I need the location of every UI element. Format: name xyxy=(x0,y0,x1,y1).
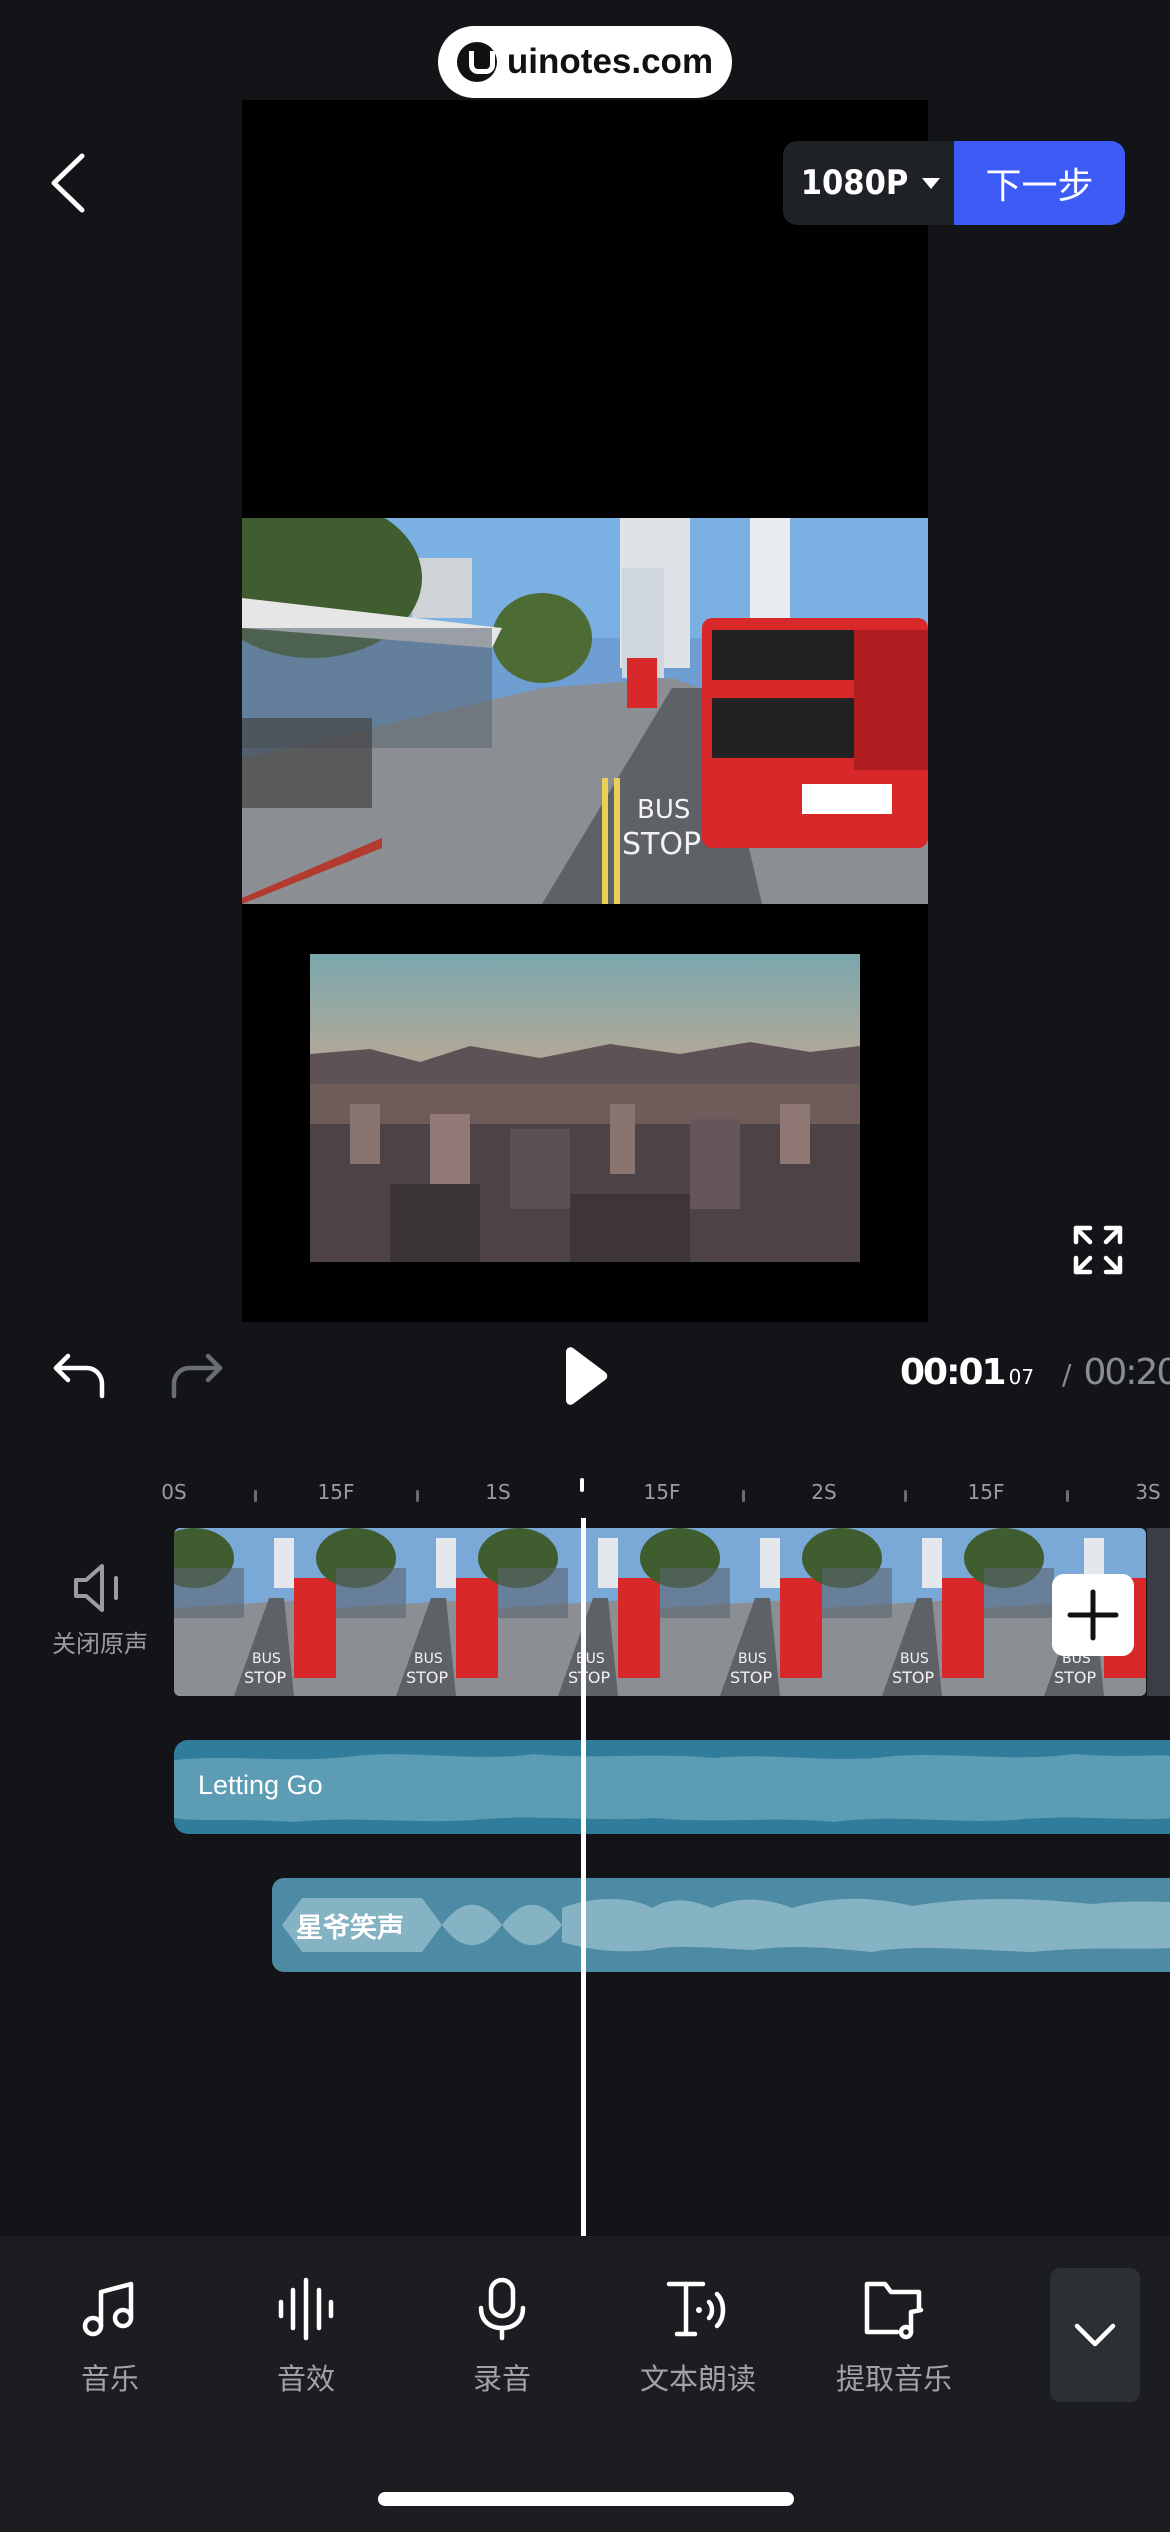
total-time: 00:20 xyxy=(1083,1352,1170,1393)
sfx-waveform xyxy=(282,1898,1170,1952)
video-preview[interactable]: BUS STOP xyxy=(242,100,928,1322)
chevron-down-icon xyxy=(1074,2323,1116,2347)
music-note-icon xyxy=(82,2281,134,2337)
preview-image-street-bus: BUS STOP xyxy=(242,518,928,904)
back-chevron-icon[interactable] xyxy=(44,150,94,216)
music-track-label: Letting Go xyxy=(198,1770,323,1800)
music-audio-clip[interactable]: Letting Go xyxy=(174,1740,1170,1834)
add-clip-plus-icon[interactable] xyxy=(1052,1574,1134,1656)
ruler-tick xyxy=(742,1490,745,1502)
extract-music-folder-icon xyxy=(864,2281,924,2340)
transition-marker[interactable] xyxy=(1147,1528,1170,1696)
playback-time: 00:01 07 / 00:20 xyxy=(900,1352,1170,1402)
microphone-icon xyxy=(478,2277,526,2341)
text-to-speech-tool-button[interactable]: 文本朗读 xyxy=(618,2276,778,2398)
collapse-toolbar-button[interactable] xyxy=(1050,2268,1140,2402)
text-to-speech-icon xyxy=(666,2281,726,2337)
mute-original-audio-button[interactable]: 关闭原声 xyxy=(40,1562,160,1672)
ruler-label: 3S xyxy=(1135,1480,1161,1504)
ruler-tick xyxy=(1066,1490,1069,1502)
music-waveform xyxy=(174,1754,1170,1822)
audio-toolbar: 音乐 音效 录音 文本朗读 提取音乐 xyxy=(0,2236,1170,2532)
extract-music-tool-button[interactable]: 提取音乐 xyxy=(814,2276,974,2398)
playhead-line[interactable] xyxy=(581,1518,586,2238)
current-frame: 07 xyxy=(1008,1365,1035,1389)
mute-label: 关闭原声 xyxy=(52,1630,148,1658)
tool-label: 录音 xyxy=(472,2362,531,2396)
fullscreen-icon[interactable] xyxy=(1072,1224,1124,1276)
watermark-badge: uinotes.com xyxy=(438,26,732,98)
ruler-tick xyxy=(416,1490,419,1502)
tool-label: 提取音乐 xyxy=(835,2362,952,2396)
timeline-ruler[interactable]: 0S 15F 1S 15F 2S 15F 3S xyxy=(0,1478,1170,1518)
tool-label: 音乐 xyxy=(80,2362,139,2396)
tool-label: 文本朗读 xyxy=(639,2362,756,2396)
ruler-label: 1S xyxy=(485,1480,511,1504)
preview-image-city-skyline xyxy=(310,954,860,1262)
ruler-label: 2S xyxy=(811,1480,837,1504)
play-icon[interactable] xyxy=(562,1346,608,1406)
ruler-label: 15F xyxy=(643,1480,681,1504)
svg-text:STOP: STOP xyxy=(622,827,701,862)
dropdown-caret-icon xyxy=(922,177,941,189)
undo-icon[interactable] xyxy=(52,1352,106,1400)
ruler-label: 15F xyxy=(317,1480,355,1504)
current-time: 00:01 xyxy=(900,1352,1007,1393)
music-tool-button[interactable]: 音乐 xyxy=(30,2276,190,2398)
tool-label: 音效 xyxy=(276,2362,335,2396)
speaker-icon xyxy=(74,1564,118,1612)
playhead-marker xyxy=(580,1478,584,1492)
redo-icon[interactable] xyxy=(170,1352,224,1400)
resolution-selector[interactable]: 1080P xyxy=(783,141,958,225)
ruler-tick xyxy=(254,1490,257,1502)
ruler-label: 0S xyxy=(161,1480,187,1504)
record-tool-button[interactable]: 录音 xyxy=(422,2276,582,2398)
next-step-button[interactable]: 下一步 xyxy=(954,141,1125,225)
time-separator: / xyxy=(1062,1358,1072,1391)
watermark-text: uinotes.com xyxy=(506,42,714,81)
video-clip-track[interactable]: BUS STOP xyxy=(174,1528,1146,1696)
sfx-track-label: 星爷笑声 xyxy=(296,1913,404,1944)
svg-text:BUS: BUS xyxy=(637,795,690,825)
home-indicator[interactable] xyxy=(378,2492,794,2506)
resolution-label: 1080P xyxy=(800,163,909,203)
ruler-tick xyxy=(904,1490,907,1502)
uinotes-logo-icon xyxy=(456,42,497,82)
sound-effect-tool-button[interactable]: 音效 xyxy=(226,2276,386,2398)
ruler-label: 15F xyxy=(967,1480,1005,1504)
sound-effect-audio-clip[interactable]: 星爷笑声 xyxy=(272,1878,1170,1972)
waveform-icon xyxy=(278,2277,334,2341)
